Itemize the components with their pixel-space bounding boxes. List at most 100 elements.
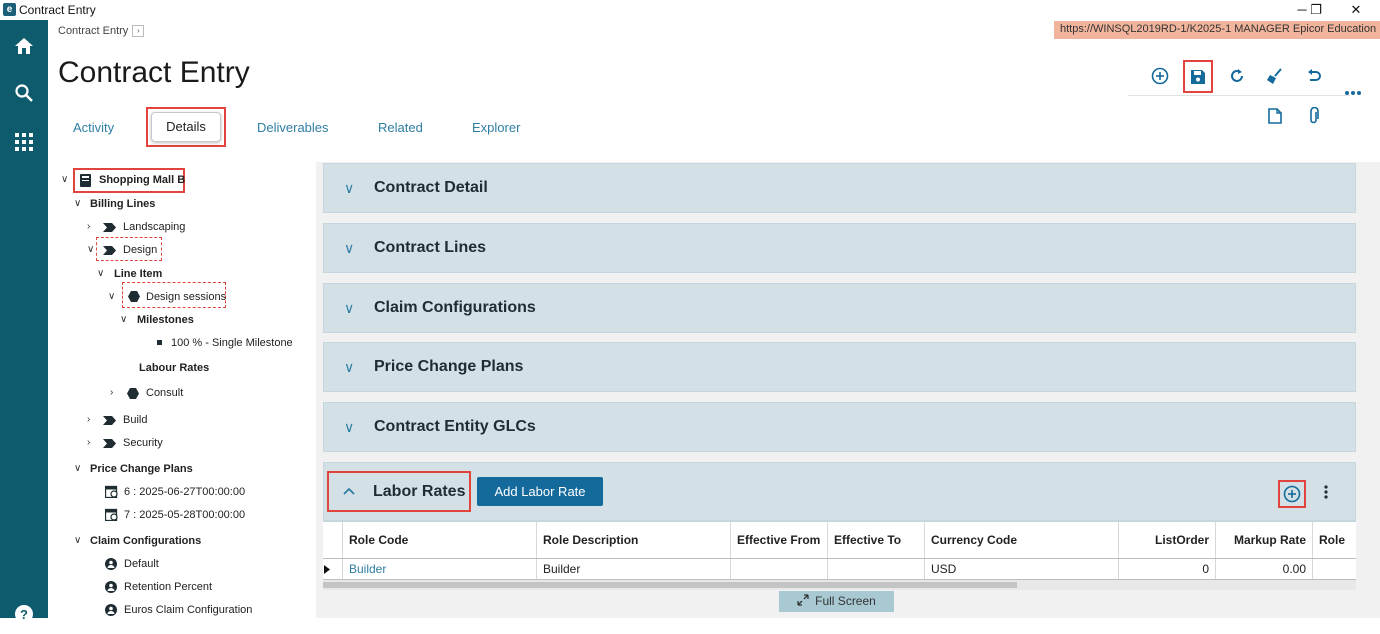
column-header-markup-rate[interactable]: Markup Rate <box>1216 522 1313 558</box>
expand-arrows-icon <box>797 594 809 606</box>
tree-root[interactable]: Shopping Mall B <box>99 174 185 186</box>
clear-broom-icon[interactable] <box>1262 63 1288 89</box>
labor-rates-highlight <box>327 471 471 512</box>
attachment-icon[interactable] <box>1301 103 1327 129</box>
cell-currency-code[interactable]: USD <box>925 559 1119 580</box>
chevron-down-icon[interactable]: ∨ <box>344 180 354 197</box>
tree-consult[interactable]: Consult <box>146 387 183 399</box>
undo-icon[interactable] <box>1301 63 1327 89</box>
claim-config-icon <box>105 604 117 616</box>
help-icon[interactable]: ? <box>0 594 48 634</box>
cell-role-description[interactable]: Builder <box>537 559 731 580</box>
tree-design[interactable]: Design <box>123 244 157 256</box>
horizontal-scrollbar[interactable] <box>323 580 1356 590</box>
chevron-down-icon[interactable]: ∨ <box>344 419 354 436</box>
add-labor-rate-button[interactable]: Add Labor Rate <box>477 477 603 506</box>
column-header-currency-code[interactable]: Currency Code <box>925 522 1119 558</box>
tree-claim-retention[interactable]: Retention Percent <box>124 581 212 593</box>
collapse-caret-icon[interactable]: › <box>110 387 113 398</box>
cell-role-code-link[interactable]: Builder <box>343 559 537 580</box>
cell-effective-to[interactable] <box>828 559 925 580</box>
toolbar-divider <box>1128 95 1350 96</box>
expand-caret-icon[interactable]: ∨ <box>74 463 81 474</box>
page-title: Contract Entry <box>58 56 250 89</box>
tree-milestones[interactable]: Milestones <box>137 314 194 326</box>
calendar-clock-icon <box>105 485 118 498</box>
breadcrumb-chevron-icon[interactable]: › <box>132 25 145 38</box>
collapse-caret-icon[interactable]: › <box>87 437 90 448</box>
tree-billing-lines[interactable]: Billing Lines <box>90 198 155 210</box>
chevron-down-icon[interactable]: ∨ <box>344 359 354 376</box>
close-button[interactable]: ✕ <box>1336 0 1376 20</box>
column-header-effective-to[interactable]: Effective To <box>828 522 925 558</box>
section-title: Price Change Plans <box>374 358 524 375</box>
full-screen-button[interactable]: Full Screen <box>779 591 894 612</box>
section-contract-detail[interactable]: ∨ Contract Detail <box>323 163 1356 213</box>
tree-security[interactable]: Security <box>123 437 163 449</box>
expand-caret-icon[interactable]: ∨ <box>87 244 94 255</box>
tab-explorer[interactable]: Explorer <box>472 120 520 135</box>
chevron-down-icon[interactable]: ∨ <box>344 300 354 317</box>
tree-design-sessions[interactable]: Design sessions <box>146 291 226 303</box>
claim-config-icon <box>105 581 117 593</box>
chevron-down-icon[interactable]: ∨ <box>344 240 354 257</box>
line-item-icon <box>128 291 140 302</box>
tree-build[interactable]: Build <box>123 414 147 426</box>
tab-details[interactable]: Details <box>151 112 221 142</box>
home-icon[interactable] <box>0 26 48 66</box>
expand-caret-icon[interactable]: ∨ <box>108 291 115 302</box>
search-icon[interactable] <box>0 73 48 113</box>
more-options-icon[interactable] <box>1340 80 1366 106</box>
refresh-icon[interactable] <box>1224 63 1250 89</box>
cell-markup-rate[interactable]: 0.00 <box>1216 559 1313 580</box>
tree-claim-configurations[interactable]: Claim Configurations <box>90 535 201 547</box>
expand-caret-icon[interactable]: ∨ <box>74 198 81 209</box>
kebab-menu-icon[interactable] <box>1324 485 1328 499</box>
section-title: Contract Detail <box>374 179 488 196</box>
section-contract-entity-glcs[interactable]: ∨ Contract Entity GLCs <box>323 402 1356 452</box>
section-claim-configurations[interactable]: ∨ Claim Configurations <box>323 283 1356 333</box>
column-header-role-description[interactable]: Role Description <box>537 522 731 558</box>
collapse-caret-icon[interactable]: › <box>87 221 90 232</box>
add-row-icon[interactable] <box>1278 480 1306 508</box>
tree-line-item[interactable]: Line Item <box>114 268 162 280</box>
billing-line-icon <box>103 223 116 232</box>
app-icon: e <box>3 3 16 16</box>
restore-button[interactable]: ❐ <box>1296 0 1336 20</box>
new-document-icon[interactable] <box>1262 103 1288 129</box>
tree-price-change-plans[interactable]: Price Change Plans <box>90 463 193 475</box>
cell-effective-from[interactable] <box>731 559 828 580</box>
cell-role[interactable] <box>1313 559 1356 580</box>
tree-pcp-6[interactable]: 6 : 2025-06-27T00:00:00 <box>124 486 245 498</box>
column-header-effective-from[interactable]: Effective From <box>731 522 828 558</box>
row-pointer-icon[interactable] <box>323 559 343 580</box>
line-item-icon <box>127 388 139 399</box>
column-header-role[interactable]: Role <box>1313 522 1356 558</box>
expand-caret-icon[interactable]: ∨ <box>120 314 127 325</box>
section-price-change-plans[interactable]: ∨ Price Change Plans <box>323 342 1356 392</box>
tree-claim-euros[interactable]: Euros Claim Configuration <box>124 604 252 616</box>
apps-grid-icon[interactable] <box>0 122 48 162</box>
column-header-list-order[interactable]: ListOrder <box>1119 522 1216 558</box>
cell-list-order[interactable]: 0 <box>1119 559 1216 580</box>
window-title: Contract Entry <box>19 3 96 17</box>
expand-caret-icon[interactable]: ∨ <box>74 535 81 546</box>
tree-labour-rates[interactable]: Labour Rates <box>139 362 209 374</box>
tree-pcp-7[interactable]: 7 : 2025-05-28T00:00:00 <box>124 509 245 521</box>
tab-related[interactable]: Related <box>378 120 423 135</box>
tree-claim-default[interactable]: Default <box>124 558 159 570</box>
tree-milestone-item[interactable]: 100 % - Single Milestone <box>171 337 293 349</box>
billing-line-icon <box>103 416 116 425</box>
tab-activity[interactable]: Activity <box>73 120 114 135</box>
tree-landscaping[interactable]: Landscaping <box>123 221 185 233</box>
expand-caret-icon[interactable]: ∨ <box>97 268 104 279</box>
column-header-role-code[interactable]: Role Code <box>343 522 537 558</box>
tab-deliverables[interactable]: Deliverables <box>257 120 329 135</box>
expand-caret-icon[interactable]: ∨ <box>61 174 68 185</box>
save-icon[interactable] <box>1183 60 1213 93</box>
breadcrumb[interactable]: Contract Entry › <box>58 25 145 38</box>
section-contract-lines[interactable]: ∨ Contract Lines <box>323 223 1356 273</box>
collapse-caret-icon[interactable]: › <box>87 414 90 425</box>
scrollbar-thumb[interactable] <box>323 582 1017 588</box>
add-new-icon[interactable] <box>1147 63 1173 89</box>
